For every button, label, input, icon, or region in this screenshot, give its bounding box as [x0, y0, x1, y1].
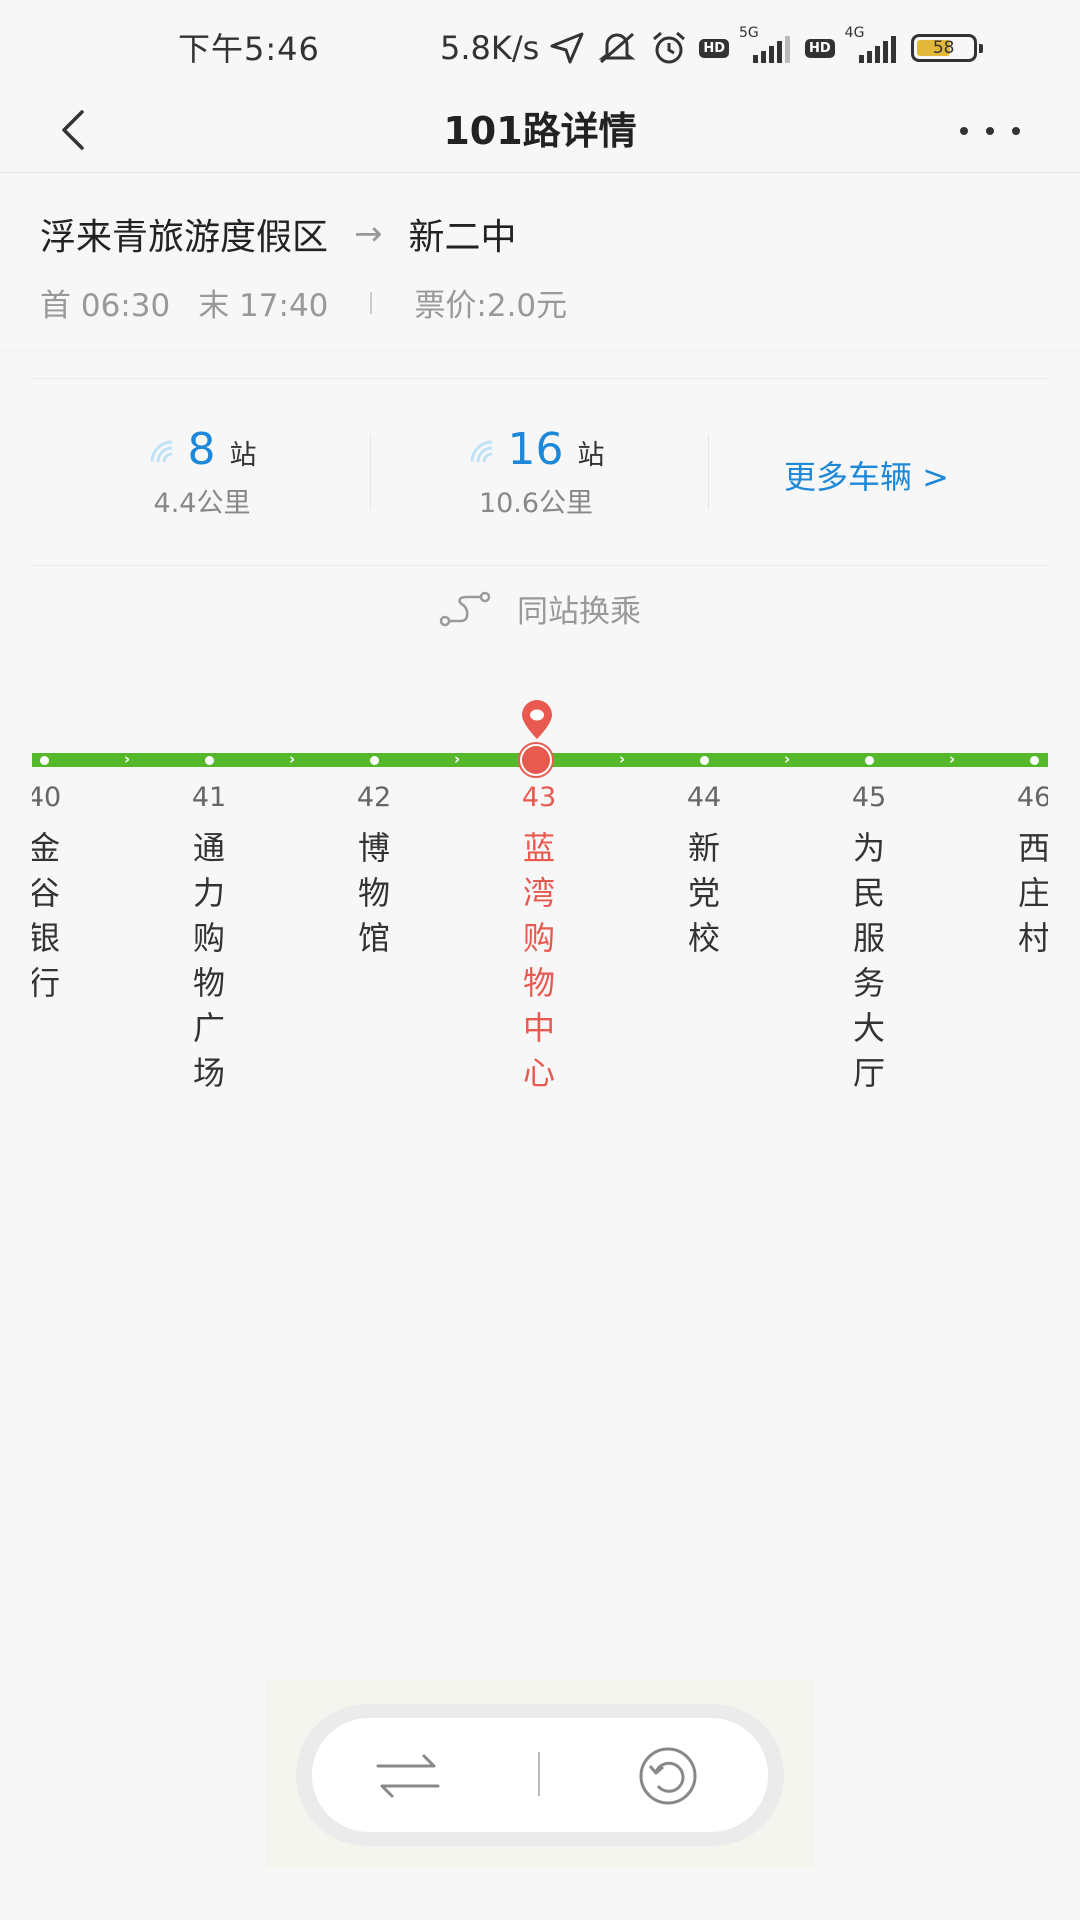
- route-destination: 新二中: [408, 217, 517, 258]
- section-divider: [0, 350, 1080, 351]
- signal-4g-icon: 4G: [845, 25, 901, 65]
- current-stop-marker: [518, 742, 554, 778]
- signal-5g-icon: 5G: [739, 25, 795, 65]
- more-options-button[interactable]: [960, 116, 1020, 146]
- location-icon: [549, 31, 585, 65]
- network-speed: 5.8K/s: [440, 29, 540, 67]
- status-icons: 5.8K/s HD 5G HD 4G 58: [440, 22, 983, 74]
- stop-number: 40: [32, 782, 62, 813]
- dot-icon: [1012, 127, 1020, 135]
- meta-divider: [370, 291, 373, 314]
- bottom-control-panel: [266, 1680, 814, 1868]
- bus-arrival-2[interactable]: 16 站 10.6公里: [366, 424, 706, 520]
- stop-name-current[interactable]: 蓝湾购物中心: [519, 826, 559, 1096]
- direction-arrow-icon: ›: [124, 750, 131, 768]
- route-transfer-icon: [439, 591, 491, 626]
- realtime-signal-icon: [150, 440, 172, 463]
- section-divider: [32, 565, 1048, 566]
- stop-name[interactable]: 博物馆: [354, 826, 394, 961]
- battery-icon: 58: [910, 34, 983, 62]
- stop-dot: [865, 756, 874, 765]
- bus-arrivals: 8 站 4.4公里 16 站 10.6公里 更多车辆 >: [32, 410, 1048, 550]
- status-time: 下午5:46: [178, 30, 320, 68]
- fare: 票价:2.0元: [414, 288, 568, 324]
- stop-name[interactable]: 新党校: [684, 826, 724, 961]
- route-meta: 首 06:30 末 17:40 票价:2.0元: [40, 280, 567, 325]
- swap-direction-button[interactable]: [368, 1746, 448, 1806]
- transfer-button[interactable]: 同站换乘: [0, 586, 1080, 631]
- dot-icon: [960, 127, 968, 135]
- section-divider: [32, 378, 1048, 379]
- control-pill: [296, 1704, 784, 1846]
- route-origin: 浮来青旅游度假区: [40, 217, 329, 258]
- direction-arrow-icon: ›: [289, 750, 296, 768]
- stop-dot: [205, 756, 214, 765]
- direction-arrow-icon: ›: [784, 750, 791, 768]
- bus-stops-unit: 站: [229, 440, 257, 471]
- bus-distance: 10.6公里: [478, 488, 594, 519]
- last-bus-time: 末 17:40: [198, 288, 329, 324]
- transfer-label: 同站换乘: [517, 594, 641, 630]
- stop-number-current: 43: [521, 782, 557, 813]
- hd-badge: HD: [699, 38, 729, 58]
- refresh-button[interactable]: [636, 1744, 700, 1808]
- stop-name[interactable]: 金谷银行: [32, 826, 64, 1006]
- status-bar: 下午5:46 5.8K/s HD 5G HD 4G 58: [0, 0, 1080, 96]
- bus-arrival-1[interactable]: 8 站 4.4公里: [32, 424, 372, 520]
- realtime-signal-icon: [470, 440, 492, 463]
- first-bus-time: 首 06:30: [40, 288, 171, 324]
- bus-stops-away: 16: [507, 424, 564, 475]
- bus-distance: 4.4公里: [153, 488, 251, 519]
- stop-name[interactable]: 西庄村: [1014, 826, 1048, 961]
- arrow-right-icon: →: [354, 214, 383, 254]
- alarm-icon: [649, 30, 689, 66]
- bus-divider: [708, 434, 709, 510]
- line-map: › › › › › › 40 41 42 43 44 45 46 金谷银行 通力…: [32, 700, 1048, 1120]
- direction-arrow-icon: ›: [949, 750, 956, 768]
- mute-bell-icon: [595, 31, 639, 65]
- control-divider: [538, 1752, 540, 1796]
- bus-stops-away: 8: [187, 424, 216, 475]
- page-title: 101路详情: [443, 109, 637, 153]
- header-divider: [0, 172, 1080, 173]
- stop-dot: [700, 756, 709, 765]
- stop-number: 44: [686, 782, 722, 813]
- stop-number: 42: [356, 782, 392, 813]
- refresh-icon: [639, 1747, 697, 1805]
- dot-icon: [986, 127, 994, 135]
- bus-stops-unit: 站: [577, 440, 605, 471]
- hd-badge-2: HD: [805, 38, 835, 58]
- stop-dot: [40, 756, 49, 765]
- direction-arrow-icon: ›: [619, 750, 626, 768]
- stop-number: 41: [191, 782, 227, 813]
- stop-name[interactable]: 为民服务大厅: [849, 826, 889, 1096]
- stop-dot: [1030, 756, 1039, 765]
- stop-number: 45: [851, 782, 887, 813]
- direction-arrow-icon: ›: [454, 750, 461, 768]
- stop-dot: [370, 756, 379, 765]
- more-vehicles-link[interactable]: 更多车辆 >: [784, 452, 949, 498]
- route-direction: 浮来青旅游度假区 → 新二中: [40, 208, 517, 260]
- stop-number: 46: [1016, 782, 1048, 813]
- stop-name[interactable]: 通力购物广场: [189, 826, 229, 1096]
- swap-arrows-icon: [376, 1754, 440, 1798]
- location-pin-icon: [522, 700, 552, 739]
- header: 101路详情: [0, 96, 1080, 172]
